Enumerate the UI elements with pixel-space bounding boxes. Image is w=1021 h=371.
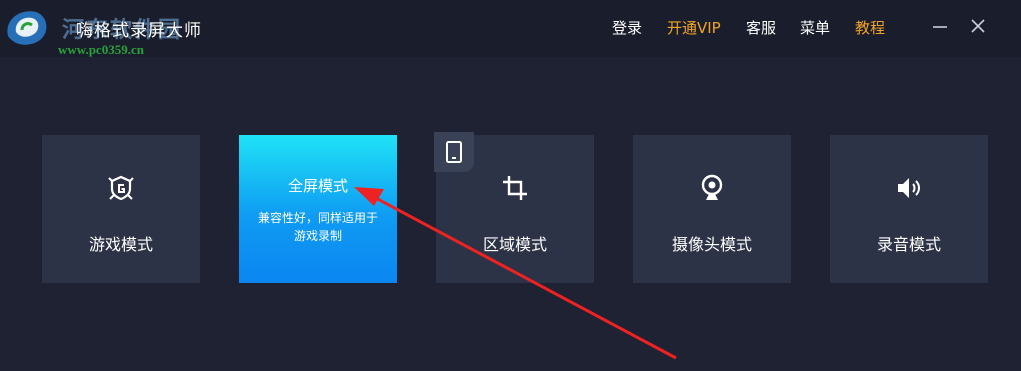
tutorial-link[interactable]: 教程 <box>855 17 885 38</box>
crop-icon <box>503 176 527 200</box>
tablet-badge[interactable] <box>434 132 474 172</box>
speaker-icon <box>898 178 920 198</box>
customer-service-link[interactable]: 客服 <box>746 17 776 38</box>
fullscreen-mode-description: 兼容性好，同样适用于游戏录制 <box>257 211 378 243</box>
app-window: 河东软件园 嗨格式录屏大师 www.pc0359.cn 登录 开通VIP 客服 … <box>0 0 1021 371</box>
close-icon[interactable] <box>969 17 987 35</box>
region-mode-label: 区域模式 <box>482 235 547 254</box>
title-bar: 河东软件园 嗨格式录屏大师 www.pc0359.cn 登录 开通VIP 客服 … <box>0 0 1021 57</box>
fullscreen-mode-card[interactable]: 全屏模式 兼容性好，同样适用于游戏录制 <box>239 135 397 283</box>
camera-mode-card[interactable]: 摄像头模式 <box>633 135 791 283</box>
game-mode-card[interactable]: 游戏模式 <box>42 135 200 283</box>
webcam-icon <box>701 174 723 200</box>
audio-mode-label: 录音模式 <box>876 235 941 254</box>
login-link[interactable]: 登录 <box>612 17 642 38</box>
tablet-icon <box>446 141 462 163</box>
minimize-icon[interactable] <box>931 17 949 35</box>
game-mode-label: 游戏模式 <box>88 235 153 254</box>
camera-mode-label: 摄像头模式 <box>671 235 752 254</box>
fullscreen-mode-label: 全屏模式 <box>287 177 348 195</box>
top-nav: 登录 开通VIP 客服 菜单 教程 <box>0 0 1021 57</box>
game-shield-icon <box>108 175 134 201</box>
audio-mode-card[interactable]: 录音模式 <box>830 135 988 283</box>
menu-link[interactable]: 菜单 <box>800 17 830 38</box>
open-vip-link[interactable]: 开通VIP <box>667 17 721 38</box>
